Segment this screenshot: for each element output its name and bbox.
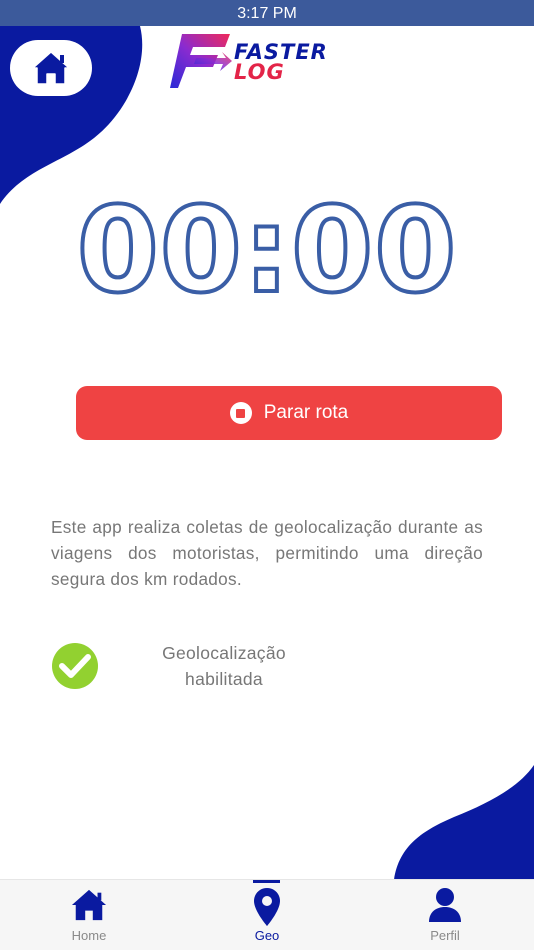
stop-route-button[interactable]: Parar rota <box>76 386 502 440</box>
home-icon <box>32 51 70 85</box>
geolocation-status-line2: habilitada <box>185 669 263 689</box>
checkmark-icon <box>52 643 98 689</box>
stop-route-label: Parar rota <box>263 402 349 423</box>
geolocation-status-line1: Geolocalização <box>162 643 286 663</box>
route-timer: 00:00 <box>75 181 459 319</box>
status-bar: 3:17 PM <box>0 0 534 26</box>
tab-profile[interactable]: Perfil <box>390 880 500 950</box>
app-logo: FASTER LOG <box>168 30 368 92</box>
user-icon <box>429 888 461 922</box>
geolocation-status: Geolocalização habilitada <box>140 640 308 692</box>
logo-f-mark-icon <box>170 34 232 88</box>
status-time: 3:17 PM <box>237 5 297 22</box>
logo-text-log: LOG <box>234 60 285 84</box>
tab-geo-label: Geo <box>254 928 280 943</box>
home-icon <box>71 889 107 921</box>
home-button[interactable] <box>10 40 92 96</box>
tab-geo[interactable]: Geo <box>212 880 322 950</box>
tab-home[interactable]: Home <box>34 880 144 950</box>
app-description: Este app realiza coletas de geolocalizaç… <box>51 517 483 589</box>
stop-icon <box>229 402 252 424</box>
tab-home-label: Home <box>71 928 107 943</box>
tab-profile-label: Perfil <box>430 928 460 943</box>
bottom-right-decorative-blob <box>394 765 534 880</box>
bottom-tab-bar: Home Geo Perfil <box>0 879 534 950</box>
location-pin-icon <box>254 888 280 926</box>
